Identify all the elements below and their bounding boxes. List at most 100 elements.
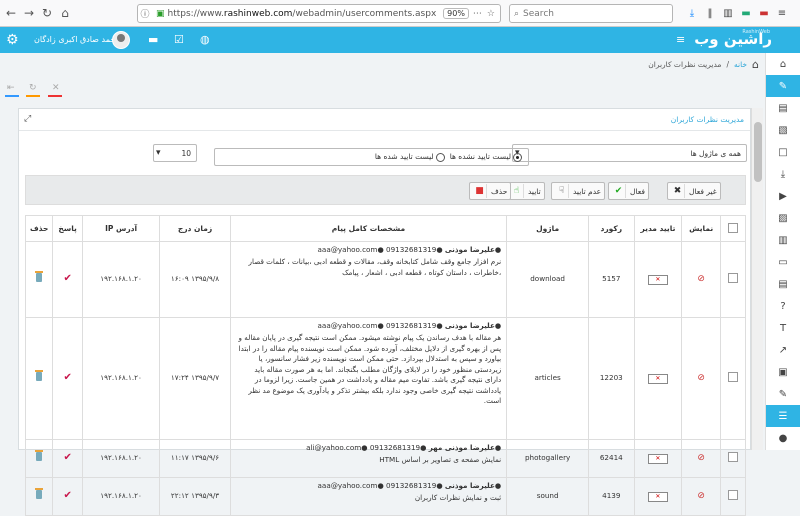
row-checkbox[interactable]: [727, 272, 738, 283]
refresh-icon[interactable]: ↻: [29, 83, 37, 93]
page-actions-icon[interactable]: ⋯: [473, 9, 482, 19]
house-icon[interactable]: ⌂: [766, 53, 800, 75]
chat-icon[interactable]: ▬: [148, 33, 158, 46]
id-card-icon[interactable]: ▤: [766, 97, 800, 119]
monitor-icon[interactable]: ▭: [766, 251, 800, 273]
not-approved-flag-icon[interactable]: ✕: [647, 374, 668, 384]
url-text[interactable]: https://www.rashinweb.com/webadmin/userc…: [168, 9, 444, 19]
module-name: download: [506, 241, 590, 318]
ip-cell: ۱۹۲.۱۶۸.۱.۲۰: [81, 477, 161, 516]
search-input[interactable]: ⌕ Search: [509, 4, 673, 23]
breadcrumb-home[interactable]: خانه: [734, 60, 747, 69]
avatar[interactable]: [112, 31, 130, 49]
inactive-button[interactable]: ✖ غیر فعال: [667, 182, 721, 200]
disapprove-button[interactable]: ☟ عدم تایید: [551, 182, 606, 200]
library-icon[interactable]: ‖: [702, 4, 718, 22]
breadcrumb: ⌂ خانه / مدیریت نظرات کاربران: [648, 57, 759, 71]
help-icon[interactable]: ?: [766, 295, 800, 317]
download-icon[interactable]: ⤓: [684, 4, 700, 22]
collapse-icon[interactable]: ⇤: [7, 83, 15, 93]
video-icon[interactable]: ▶: [766, 185, 800, 207]
copy-icon[interactable]: ▣: [766, 361, 800, 383]
globe-icon[interactable]: ◍: [200, 33, 210, 46]
url-bar[interactable]: ⓘ ▣ https://www.rashinweb.com/webadmin/u…: [137, 4, 501, 23]
file-icon[interactable]: □: [766, 141, 800, 163]
column-header: رکورد: [588, 215, 635, 242]
text-icon[interactable]: T: [766, 317, 800, 339]
right-sidebar: ⌂ ✎ ▤ ▧ □ ⤓ ▶ ▨ ▥ ▭ ▤ ? T ↗ ▣ ✎ ☰ ●: [765, 53, 800, 450]
close-icon[interactable]: ✕: [52, 83, 60, 93]
cart-icon[interactable]: ▨: [766, 207, 800, 229]
book-icon[interactable]: ▥: [766, 229, 800, 251]
hamburger-icon[interactable]: ≡: [676, 33, 685, 46]
not-approved-flag-icon[interactable]: ✕: [647, 454, 668, 464]
message-text: نرم افزار جامع وقف شامل کتابخانه وقف، مق…: [248, 257, 502, 277]
comments-icon[interactable]: ☰: [766, 405, 800, 427]
reply-check-icon[interactable]: ✔: [63, 490, 71, 501]
zoom-level[interactable]: 90%: [443, 8, 469, 19]
list-filter: لیست تایید نشده ها لیست تایید شده ها: [214, 148, 529, 166]
active-button[interactable]: ✔ فعال: [608, 182, 649, 200]
column-header: تایید مدیر: [633, 215, 683, 242]
module-name: photogallery: [506, 439, 590, 478]
radio-unapproved[interactable]: لیست تایید نشده ها: [450, 152, 522, 162]
home-icon[interactable]: ⌂: [752, 58, 759, 71]
expand-icon[interactable]: ⤢: [24, 114, 31, 124]
hidden-eye-icon[interactable]: ⊘: [697, 274, 705, 284]
image-icon[interactable]: ▧: [766, 119, 800, 141]
radio-approved[interactable]: لیست تایید شده ها: [375, 152, 445, 162]
breadcrumb-current: مدیریت نظرات کاربران: [648, 59, 722, 69]
logo: راشین وب RashinWeb: [694, 29, 772, 48]
message-cell: ●علیرضا موذنی ●09132681319 ●aaa@yahoo.co…: [229, 241, 508, 318]
user-icon[interactable]: ●: [766, 427, 800, 449]
ip-cell: ۱۹۲.۱۶۸.۱.۲۰: [81, 439, 161, 478]
chevron-down-icon: ▾: [156, 148, 161, 158]
scrollbar-thumb[interactable]: [754, 122, 762, 182]
reply-check-icon[interactable]: ✔: [63, 452, 71, 463]
date-cell: ۱۳۹۵/۹/۷ ۱۷:۲۴: [159, 317, 231, 440]
reload-icon[interactable]: ↻: [38, 4, 56, 22]
page-size-select[interactable]: 10 ▾: [153, 144, 197, 162]
scrollbar[interactable]: [751, 108, 763, 450]
record-id: 12203: [588, 317, 635, 440]
hidden-eye-icon[interactable]: ⊘: [697, 491, 705, 501]
download-tray-icon[interactable]: ⤓: [766, 163, 800, 185]
module-select[interactable]: همه ی ماژول ها ▾: [512, 144, 747, 162]
gear-icon[interactable]: ⚙: [6, 32, 19, 48]
times-icon: ✖: [671, 184, 685, 198]
delete-trash-icon[interactable]: [35, 450, 44, 462]
back-icon[interactable]: ←: [2, 4, 20, 22]
select-all-checkbox[interactable]: [719, 215, 747, 242]
delete-trash-icon[interactable]: [35, 488, 44, 500]
menu-icon[interactable]: ≡: [774, 4, 790, 22]
user-name[interactable]: محمد صادق اکبری زادگان: [34, 35, 120, 44]
tasks-icon[interactable]: ☑: [174, 33, 184, 46]
row-checkbox[interactable]: [727, 371, 738, 382]
forward-icon[interactable]: →: [20, 4, 38, 22]
reply-check-icon[interactable]: ✔: [63, 273, 71, 284]
extension-flag-icon[interactable]: ▬: [756, 4, 772, 22]
extension-icon[interactable]: ▬: [738, 4, 754, 22]
hidden-eye-icon[interactable]: ⊘: [697, 373, 705, 383]
not-approved-flag-icon[interactable]: ✕: [647, 275, 668, 285]
row-checkbox[interactable]: [727, 451, 738, 462]
pencil-icon[interactable]: ✎: [766, 75, 800, 97]
info-icon[interactable]: ⓘ: [138, 5, 152, 23]
delete-trash-icon[interactable]: [35, 271, 44, 283]
home-icon[interactable]: ⌂: [56, 4, 74, 22]
sidebar-icon[interactable]: ▥: [720, 4, 736, 22]
delete-trash-icon[interactable]: [35, 370, 44, 382]
printer-icon[interactable]: ▤: [766, 273, 800, 295]
bookmark-icon[interactable]: ☆: [487, 9, 495, 19]
delete-button[interactable]: ■ حذف: [469, 182, 512, 200]
pin-icon[interactable]: ↗: [766, 339, 800, 361]
approve-button[interactable]: ☝ تایید: [506, 182, 545, 200]
hidden-eye-icon[interactable]: ⊘: [697, 453, 705, 463]
not-approved-flag-icon[interactable]: ✕: [647, 492, 668, 502]
record-id: 5157: [588, 241, 635, 318]
edit-icon[interactable]: ✎: [766, 383, 800, 405]
accent-bar: [5, 95, 19, 97]
module-name: articles: [506, 317, 590, 440]
row-checkbox[interactable]: [727, 489, 738, 500]
reply-check-icon[interactable]: ✔: [63, 372, 71, 383]
